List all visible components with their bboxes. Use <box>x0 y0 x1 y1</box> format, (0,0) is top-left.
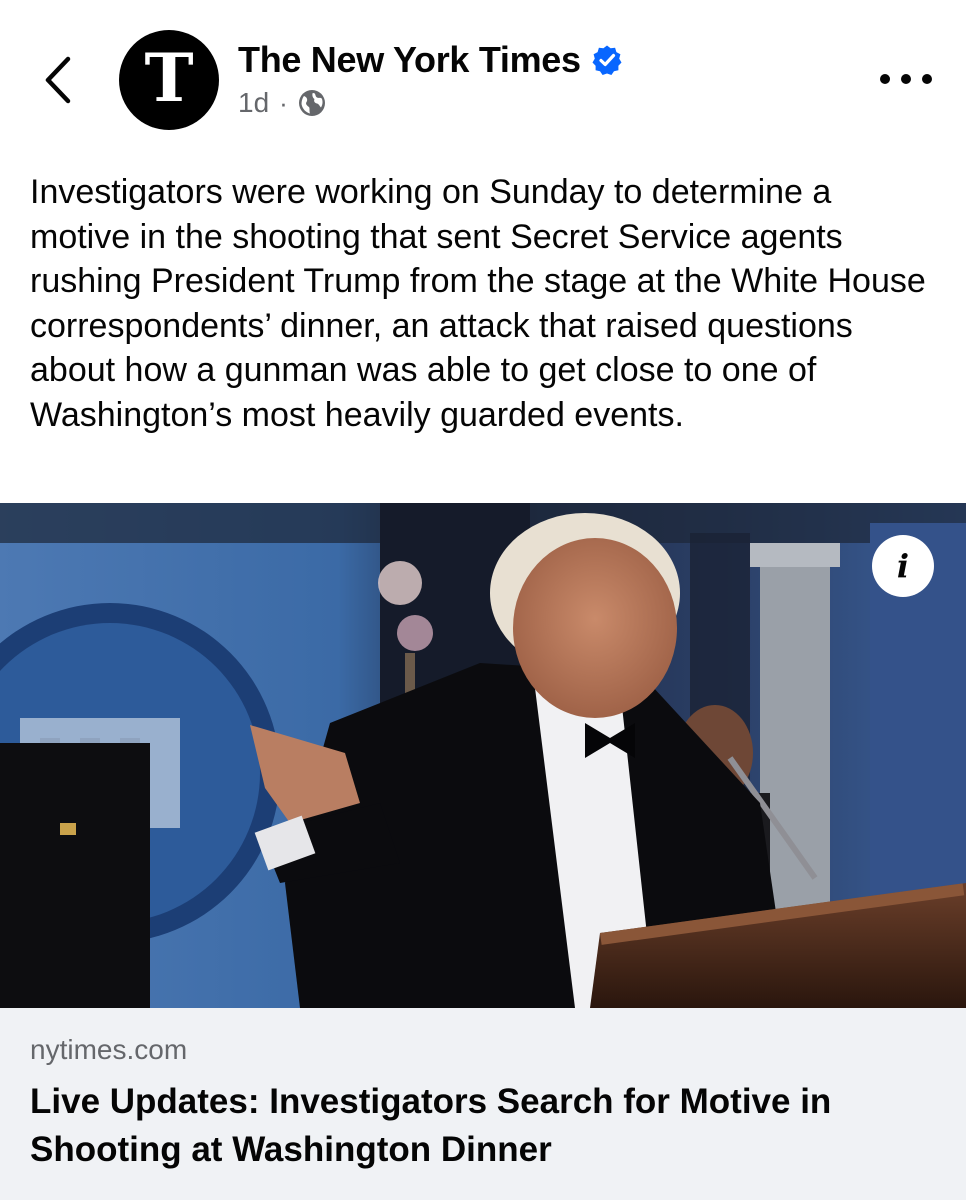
meta-separator: · <box>279 87 288 118</box>
post-timestamp[interactable]: 1d <box>238 87 269 119</box>
page-avatar[interactable]: T <box>119 30 219 130</box>
nyt-logo-glyph: T <box>144 39 194 117</box>
link-preview-image[interactable]: i <box>0 503 966 1008</box>
more-horizontal-icon-dot <box>880 74 890 84</box>
page-name-row: The New York Times <box>238 38 623 82</box>
page-name[interactable]: The New York Times <box>238 39 581 81</box>
back-button[interactable] <box>36 52 80 108</box>
globe-icon[interactable] <box>298 89 326 117</box>
more-horizontal-icon-dot <box>922 74 932 84</box>
press-room-photo <box>0 503 966 1008</box>
post-header: T The New York Times 1d · <box>0 0 966 150</box>
post-body-text: Investigators were working on Sunday to … <box>30 173 926 434</box>
post-meta: 1d · <box>238 86 326 120</box>
chevron-left-icon <box>45 56 71 104</box>
link-domain: nytimes.com <box>30 1034 188 1065</box>
ad-info-button[interactable]: i <box>872 535 934 597</box>
more-horizontal-icon-dot <box>901 74 911 84</box>
info-icon: i <box>896 547 910 585</box>
more-options-button[interactable] <box>880 64 932 94</box>
verified-badge-icon <box>591 44 623 76</box>
link-preview-footer[interactable]: nytimes.com Live Updates: Investigators … <box>0 1008 966 1200</box>
link-headline[interactable]: Live Updates: Investigators Search for M… <box>30 1078 940 1174</box>
link-preview-card[interactable]: i nytimes.com Live Updates: Investigator… <box>0 503 966 1200</box>
